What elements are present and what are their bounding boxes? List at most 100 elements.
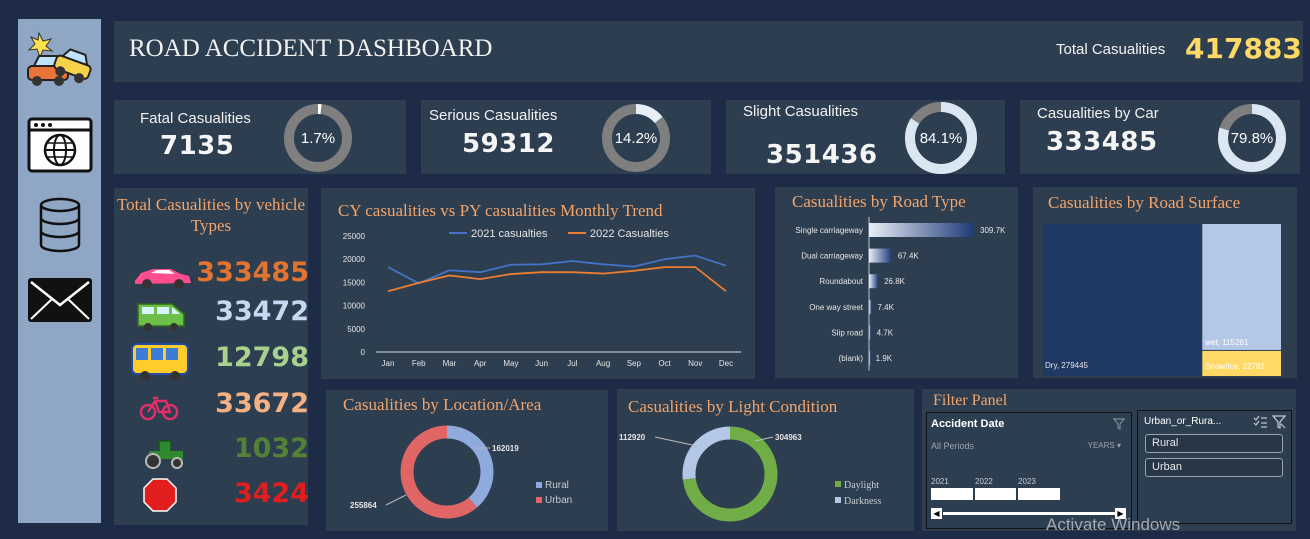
year-label: 2023 xyxy=(1018,477,1036,486)
chevron-down-icon: ▾ xyxy=(1116,441,1121,450)
clear-filter-icon[interactable] xyxy=(1272,415,1286,429)
legend-swatch xyxy=(835,497,841,503)
vehicle-value: 1032 xyxy=(233,433,309,464)
bar xyxy=(869,299,872,314)
slicer-option-urban[interactable]: Urban xyxy=(1145,458,1283,477)
kpi-donut: 84.1% xyxy=(905,102,977,174)
activate-windows-watermark: Activate Windows xyxy=(1046,515,1181,534)
x-tick-label: Jul xyxy=(567,359,577,368)
y-tick-label: 5000 xyxy=(347,325,365,334)
period-label: All Periods xyxy=(931,441,975,451)
bar xyxy=(869,223,974,237)
kpi-percent: 14.2% xyxy=(615,130,658,147)
category-label: Slip road xyxy=(831,328,863,337)
series-line-1 xyxy=(387,266,727,293)
light-donut: 304963 112920 Daylight Darkness xyxy=(619,426,881,522)
filter-panel-title: Filter Panel xyxy=(933,392,1008,409)
category-label: One way street xyxy=(809,303,864,312)
scroll-left-icon[interactable]: ◀ xyxy=(931,508,942,519)
header-bar: ROAD ACCIDENT DASHBOARD Total Casualitie… xyxy=(114,21,1303,82)
kpi-donut: 79.8% xyxy=(1218,104,1286,172)
light-panel: Casualities by Light Condition 304963 112… xyxy=(617,389,914,531)
kpi-value: 59312 xyxy=(462,129,555,159)
timeline-bar-2022[interactable] xyxy=(975,488,1016,500)
category-label: Single carriageway xyxy=(795,226,863,235)
period-unit-dropdown[interactable]: YEARS ▾ xyxy=(1088,441,1121,450)
trend-chart: 0 5000 10000 15000 20000 25000 Jan Feb Mar Apr May… xyxy=(343,228,741,368)
x-tick-label: Dec xyxy=(719,359,733,368)
database-icon[interactable] xyxy=(18,197,101,253)
vehicle-row-bicycle: 33672 xyxy=(114,386,309,428)
vehicle-value: 33472 xyxy=(215,296,309,327)
treemap-label: Dry, 279445 xyxy=(1045,361,1089,370)
stop-sign-icon xyxy=(143,478,177,512)
timeline-bar-2021[interactable] xyxy=(931,488,973,500)
slice-label: 304963 xyxy=(775,433,802,442)
vehicle-value: 3424 xyxy=(233,478,309,509)
road-type-panel: Casualities by Road Type Single carriage… xyxy=(775,187,1018,378)
vehicle-row-tractor: 1032 xyxy=(114,431,309,473)
trend-chart-panel: CY casualities vs PY casualities Monthly… xyxy=(321,188,755,379)
bar-value-label: 1.9K xyxy=(876,354,893,363)
kpi-percent: 84.1% xyxy=(920,130,963,147)
year-label: 2022 xyxy=(975,477,993,486)
vehicle-value: 33672 xyxy=(215,388,309,419)
tractor-icon xyxy=(145,440,183,469)
bar xyxy=(869,325,871,340)
web-browser-icon[interactable] xyxy=(18,117,101,173)
bar-value-label: 67.4K xyxy=(898,252,920,261)
x-tick-label: Oct xyxy=(658,359,671,368)
legend-label: Rural xyxy=(545,480,569,491)
car-crash-icon[interactable] xyxy=(18,31,101,91)
y-tick-label: 10000 xyxy=(343,302,366,311)
x-tick-label: Jun xyxy=(535,359,548,368)
legend-swatch xyxy=(835,481,841,487)
bar-value-label: 309.7K xyxy=(980,226,1006,235)
unit-label: YEARS xyxy=(1087,441,1115,450)
vehicle-value: 333485 xyxy=(196,257,309,288)
kpi-card-car: Casualities by Car 333485 79.8% xyxy=(1020,100,1300,174)
bar-value-label: 7.4K xyxy=(878,303,895,312)
slicer-title: Accident Date xyxy=(931,418,1005,430)
urban-rural-slicer[interactable]: Urban_or_Rura... Rural Urban xyxy=(1137,410,1292,524)
x-tick-label: Sep xyxy=(627,359,642,368)
legend-swatch xyxy=(536,482,542,488)
vehicle-row-bus: 12798 xyxy=(114,340,309,382)
category-label: (blank) xyxy=(839,354,864,363)
accident-date-slicer[interactable]: Accident Date All Periods YEARS ▾ 2021 2… xyxy=(926,412,1132,529)
legend-label: 2021 casualties xyxy=(471,228,548,240)
slice-label: 112920 xyxy=(619,433,646,442)
treemap-label: Snow/Ice, 22781 xyxy=(1205,362,1265,371)
mail-icon[interactable] xyxy=(18,277,101,323)
x-tick-label: Nov xyxy=(688,359,702,368)
slicer-title: Urban_or_Rura... xyxy=(1144,416,1222,427)
kpi-card-fatal: Fatal Casualities 7135 1.7% xyxy=(114,100,406,174)
kpi-label: Serious Casualities xyxy=(429,107,558,124)
bar xyxy=(869,274,879,289)
vehicle-row-other: 3424 xyxy=(114,476,309,518)
slicer-option-rural[interactable]: Rural xyxy=(1145,434,1283,453)
treemap-label: wet, 115261 xyxy=(1204,338,1249,347)
sidebar xyxy=(18,19,101,523)
location-donut: 162019 255864 Rural Urban xyxy=(350,425,572,519)
timeline-bar-2023[interactable] xyxy=(1018,488,1060,500)
treemap-cell-wet xyxy=(1202,224,1281,350)
y-tick-label: 25000 xyxy=(343,232,366,241)
legend-label: Daylight xyxy=(844,480,879,491)
car-icon xyxy=(135,269,191,289)
kpi-card-slight: Slight Casualities 351436 84.1% xyxy=(726,100,1005,174)
x-tick-label: Feb xyxy=(412,359,426,368)
x-tick-label: Mar xyxy=(443,359,457,368)
category-label: Dual carriageway xyxy=(801,252,863,261)
clear-filter-icon[interactable] xyxy=(1113,418,1125,430)
vehicle-row-van: 33472 xyxy=(114,294,309,336)
vehicle-row-car: 333485 xyxy=(114,255,309,297)
vehicle-types-title: Total Casualities by vehicle Types xyxy=(116,195,306,235)
multi-select-icon[interactable] xyxy=(1253,415,1267,428)
x-tick-label: Aug xyxy=(596,359,610,368)
kpi-value: 351436 xyxy=(766,140,878,170)
legend-swatch xyxy=(536,497,542,503)
road-type-chart: Single carriageway 309.7K Dual carriageway… xyxy=(795,217,1006,371)
year-label: 2021 xyxy=(931,477,949,486)
kpi-card-serious: Serious Casualities 59312 14.2% xyxy=(421,100,711,174)
